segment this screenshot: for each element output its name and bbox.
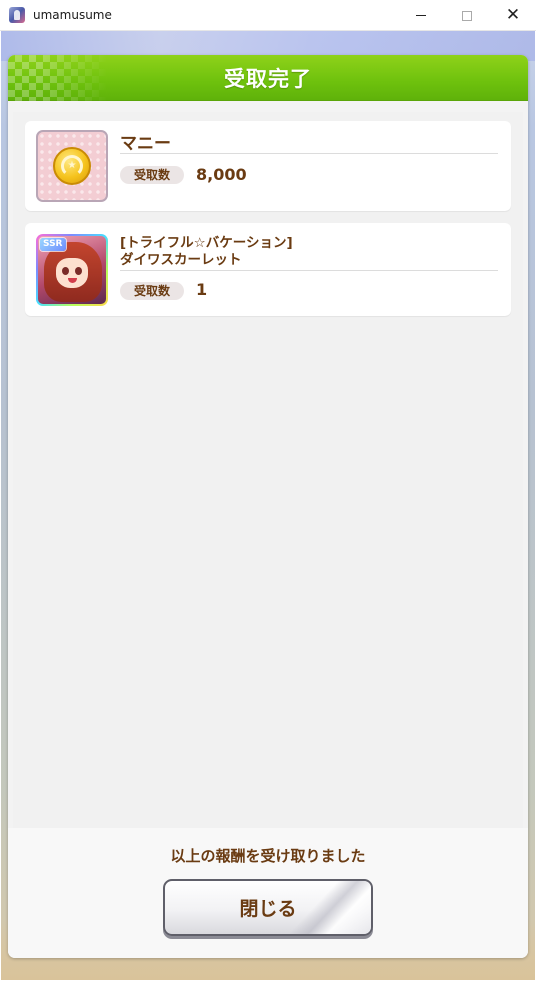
minimize-button[interactable] [398, 0, 444, 31]
quantity-label: 受取数 [120, 282, 184, 300]
money-coin-icon: ★ [53, 147, 91, 185]
ssr-badge: SSR [40, 238, 66, 251]
quantity-value: 1 [196, 280, 208, 299]
horseshoe-icon: ★ [61, 155, 83, 177]
close-button-label: 閉じる [239, 898, 297, 920]
dialog-header: 受取完了 [8, 55, 528, 101]
money-thumbnail: ★ [36, 130, 108, 202]
character-face [56, 258, 88, 288]
close-button[interactable]: 閉じる [163, 879, 373, 936]
item-name: マニー [120, 134, 171, 154]
reward-list[interactable]: ★ マニー 受取数 8,000 SSR [トライフル☆バケーション] ダイワスカ… [13, 112, 523, 828]
maximize-icon [462, 10, 472, 21]
support-card-portrait: SSR [36, 234, 108, 306]
quantity-value: 8,000 [196, 165, 247, 184]
item-divider [120, 270, 498, 271]
dialog-footer: 以上の報酬を受け取りました 閉じる [8, 828, 528, 958]
reward-received-dialog: 受取完了 ★ マニー 受取数 8,000 SSR [トライフル☆バケーション] … [8, 55, 528, 958]
item-name: ダイワスカーレット [120, 252, 242, 268]
list-item: SSR [トライフル☆バケーション] ダイワスカーレット 受取数 1 [25, 223, 511, 316]
item-divider [120, 153, 498, 154]
dialog-title: 受取完了 [224, 66, 312, 91]
window-title: umamusume [33, 8, 112, 22]
header-pattern [8, 55, 108, 101]
quantity-label: 受取数 [120, 166, 184, 184]
close-icon: ✕ [505, 5, 521, 25]
app-icon [9, 7, 25, 23]
maximize-button[interactable] [444, 0, 490, 31]
list-item: ★ マニー 受取数 8,000 [25, 121, 511, 211]
minimize-icon [416, 15, 426, 16]
close-window-button[interactable]: ✕ [490, 0, 536, 31]
window-titlebar: umamusume ✕ [0, 0, 536, 31]
footer-message: 以上の報酬を受け取りました [170, 847, 366, 865]
